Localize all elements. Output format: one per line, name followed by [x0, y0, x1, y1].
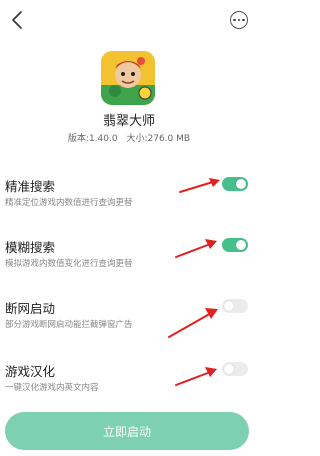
setting-title: 精准搜索 [5, 179, 56, 194]
toggle-knob [224, 364, 234, 374]
red-arrow-annotation [179, 178, 220, 193]
more-button[interactable] [230, 11, 248, 29]
toggle-knob [236, 240, 246, 250]
setting-description: 模拟游戏内数值变化进行查询更替 [5, 259, 133, 269]
fuzzy-search-toggle[interactable] [222, 238, 248, 252]
app-version: 版本:1.40.0 [67, 134, 118, 144]
top-bar [0, 0, 258, 40]
more-dot [233, 18, 236, 22]
setting-title: 断网启动 [5, 301, 56, 316]
more-dot [237, 18, 241, 22]
setting-title: 模糊搜索 [5, 240, 56, 255]
red-arrow-annotation [168, 308, 218, 338]
setting-description: 一键汉化游戏内英文内容 [5, 383, 99, 393]
start-now-button[interactable]: 立即启动 [5, 412, 249, 450]
setting-title: 游戏汉化 [5, 364, 56, 379]
offline-start-toggle[interactable] [222, 299, 248, 313]
app-icon [101, 51, 155, 105]
back-button[interactable] [6, 8, 28, 32]
app-name: 翡翠大师 [102, 114, 155, 129]
setting-description: 精准定位游戏内数值进行查询更替 [5, 198, 133, 208]
app-meta: 版本:1.40.0 大小:276.0 MB [0, 131, 258, 144]
red-arrow-annotation [175, 239, 217, 258]
setting-description: 部分游戏断网启动能拦截弹窗广告 [5, 320, 133, 330]
precise-search-toggle[interactable] [222, 177, 248, 191]
game-localization-toggle[interactable] [222, 362, 248, 376]
toggle-knob [236, 179, 246, 189]
red-arrow-annotation [175, 367, 217, 386]
app-size: 大小:276.0 MB [126, 134, 191, 144]
chevron-left-icon [12, 11, 22, 29]
more-dot [242, 18, 245, 22]
toggle-knob [224, 301, 234, 311]
